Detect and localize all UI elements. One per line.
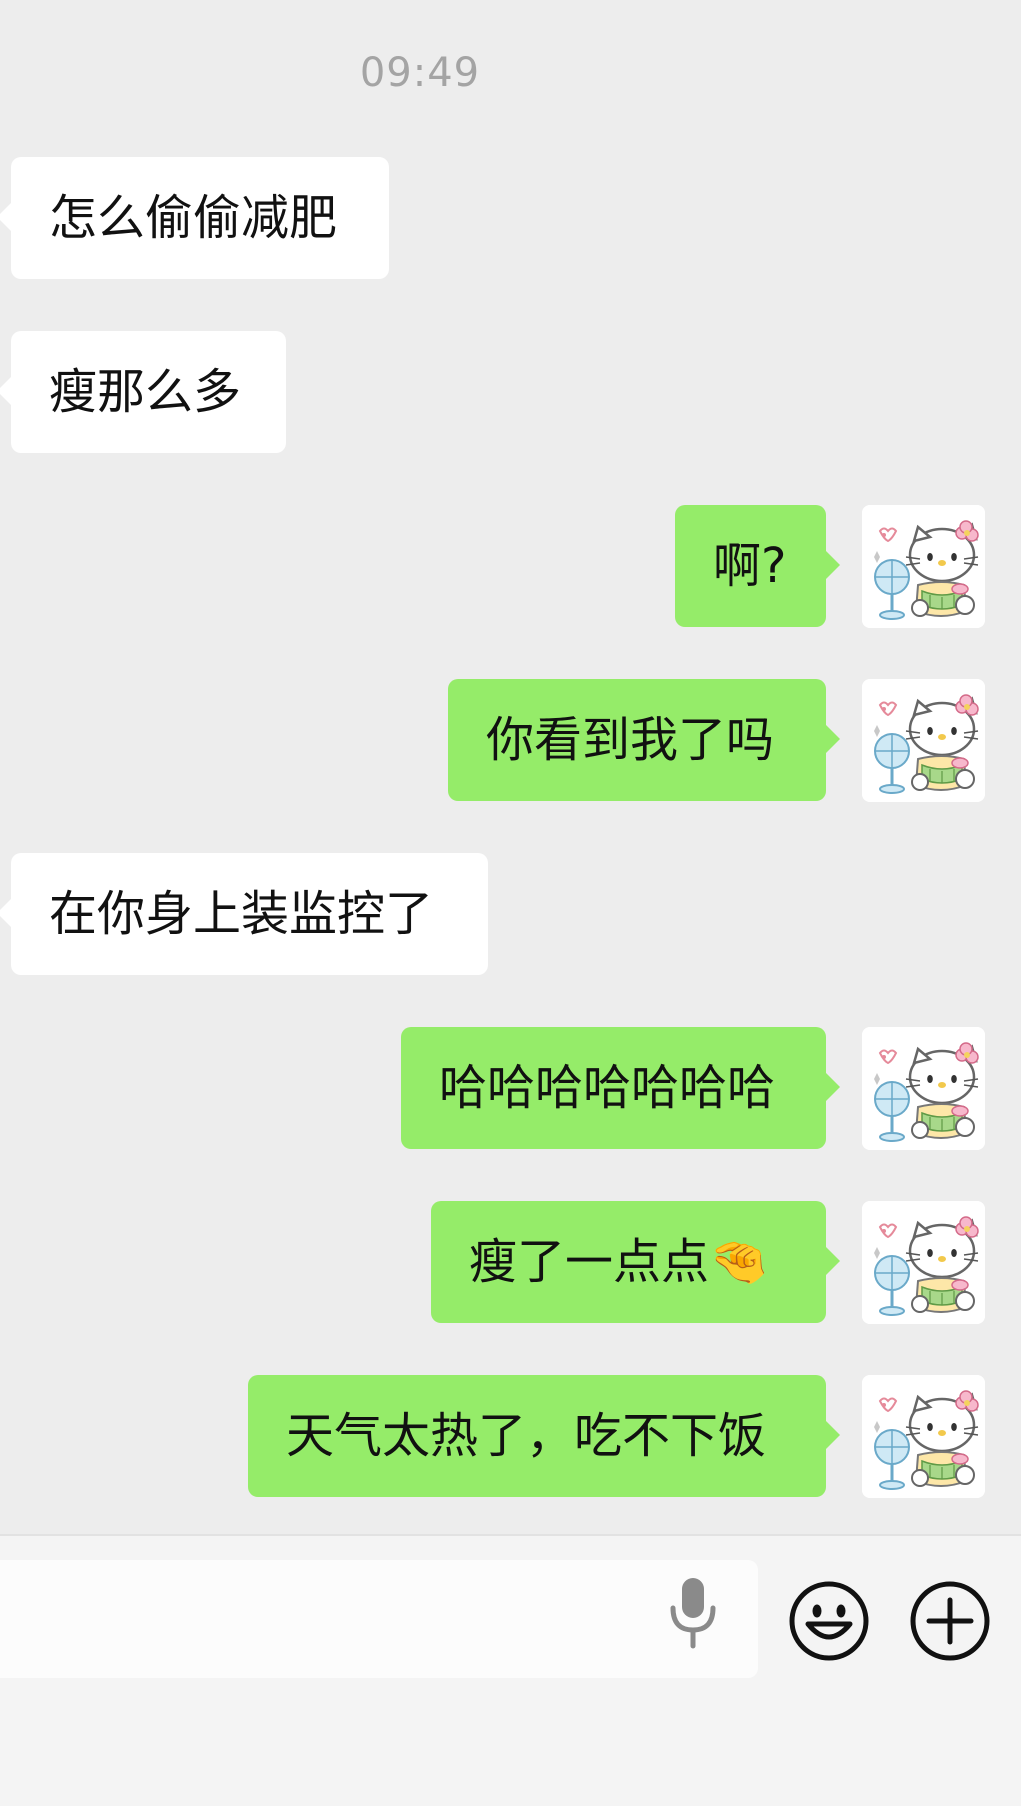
outgoing-message-bubble[interactable]: 啊?: [675, 505, 840, 627]
outgoing-message-bubble[interactable]: 哈哈哈哈哈哈哈: [401, 1027, 840, 1149]
outgoing-message-bubble[interactable]: 你看到我了吗: [448, 679, 840, 801]
message-timestamp: 09:49: [359, 50, 481, 96]
microphone-icon[interactable]: [666, 1572, 720, 1652]
incoming-message-bubble[interactable]: 怎么偷偷减肥: [0, 157, 389, 279]
user-avatar[interactable]: [862, 1027, 985, 1150]
chat-input-bar: [0, 1534, 1021, 1806]
user-avatar[interactable]: [862, 1375, 985, 1498]
message-input-field[interactable]: [0, 1560, 758, 1678]
user-avatar[interactable]: [862, 1201, 985, 1324]
hello-kitty-avatar-icon: [862, 1027, 985, 1150]
outgoing-message-bubble[interactable]: 瘦了一点点🤏: [431, 1201, 840, 1323]
hello-kitty-avatar-icon: [862, 1375, 985, 1498]
outgoing-message-bubble[interactable]: 天气太热了，吃不下饭: [248, 1375, 840, 1497]
hello-kitty-avatar-icon: [862, 505, 985, 628]
hello-kitty-avatar-icon: [862, 1201, 985, 1324]
smiley-face-icon[interactable]: [788, 1580, 870, 1662]
hello-kitty-avatar-icon: [862, 679, 985, 802]
user-avatar[interactable]: [862, 679, 985, 802]
user-avatar[interactable]: [862, 505, 985, 628]
incoming-message-bubble[interactable]: 瘦那么多: [0, 331, 286, 453]
plus-circle-icon[interactable]: [909, 1580, 991, 1662]
incoming-message-bubble[interactable]: 在你身上装监控了: [0, 853, 488, 975]
